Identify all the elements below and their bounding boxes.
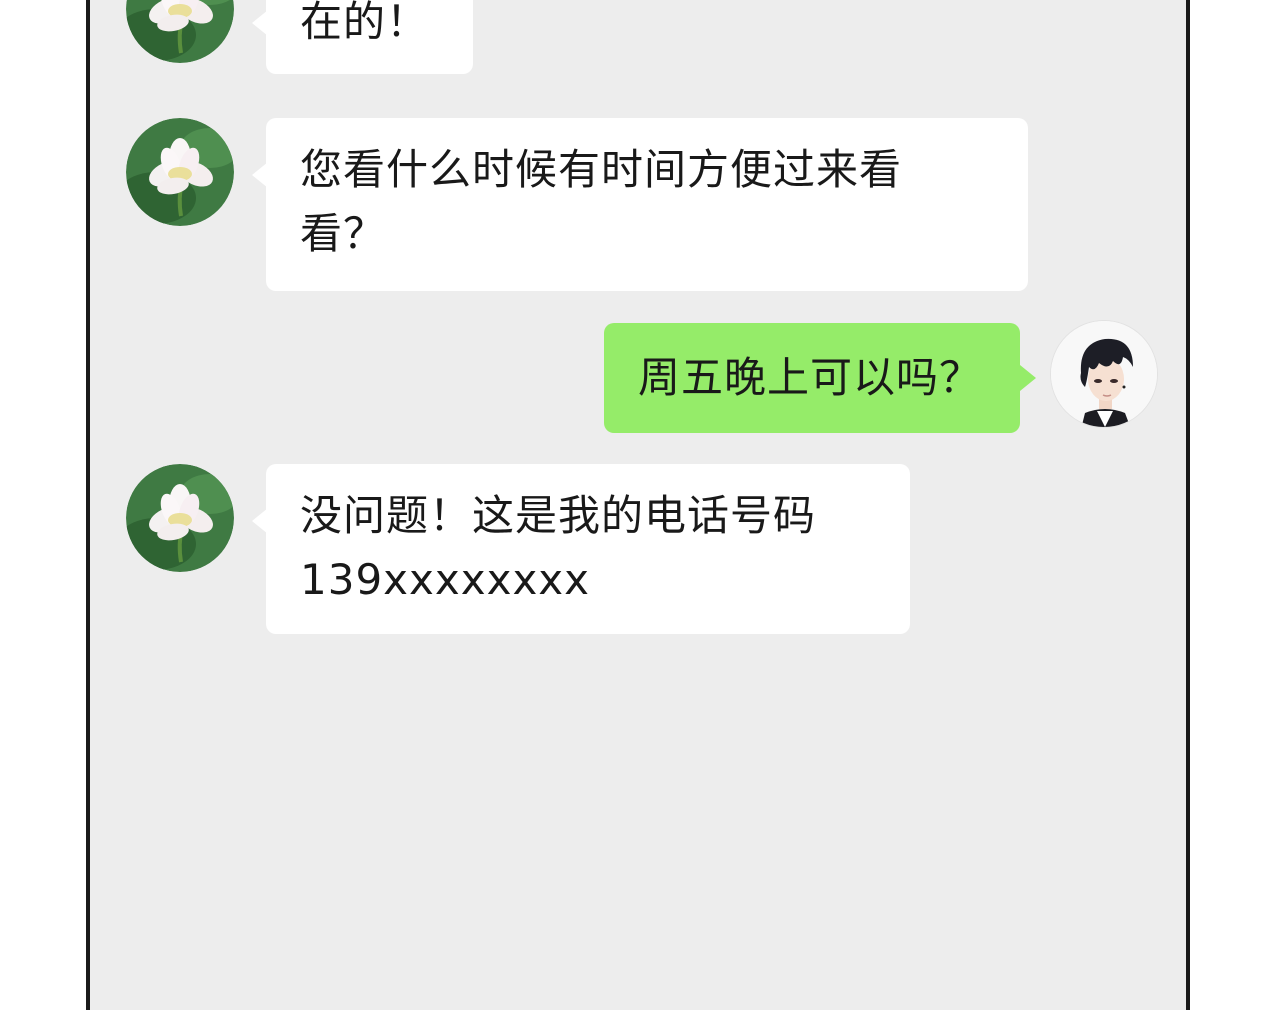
- incoming-message-bubble[interactable]: 在的！: [266, 0, 473, 74]
- contact-avatar-lotus[interactable]: [126, 464, 234, 572]
- message-text-line-2: 看？: [300, 209, 387, 258]
- lotus-icon: [126, 464, 234, 572]
- incoming-message-bubble[interactable]: 您看什么时候有时间方便过来看 看？: [266, 118, 1028, 291]
- lotus-icon: [126, 0, 234, 63]
- outgoing-message-bubble[interactable]: 周五晚上可以吗？: [604, 323, 1020, 433]
- contact-avatar-lotus[interactable]: [126, 0, 234, 63]
- message-text-line-1: 没问题！这是我的电话号码: [300, 491, 817, 540]
- incoming-message-bubble[interactable]: 没问题！这是我的电话号码 139xxxxxxxx: [266, 464, 910, 634]
- contact-avatar-lotus[interactable]: [126, 118, 234, 226]
- message-text-line-2: 139xxxxxxxx: [300, 555, 591, 604]
- lotus-icon: [126, 118, 234, 226]
- man-portrait-icon: [1051, 321, 1157, 427]
- my-avatar[interactable]: [1050, 320, 1158, 428]
- message-text: 在的！: [300, 0, 430, 46]
- message-text-line-1: 您看什么时候有时间方便过来看: [300, 145, 903, 194]
- chat-window: 在的！ 您看什么时候有时间方便过来看 看？ 周五晚上可以吗？ 没问题！这是我的电…: [86, 0, 1190, 1010]
- message-text: 周五晚上可以吗？: [638, 353, 983, 402]
